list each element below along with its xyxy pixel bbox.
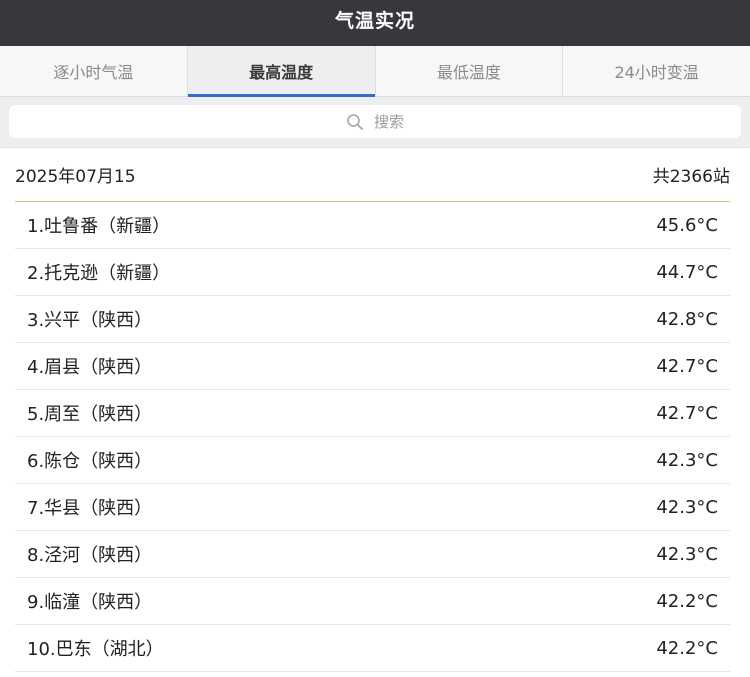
tab-bar: 逐小时气温 最高温度 最低温度 24小时变温 [0,46,750,97]
station-temperature: 42.3°C [656,496,718,518]
list-item[interactable]: 3.兴平（陕西） 42.8°C [15,296,730,343]
ranking-list: 1.吐鲁番（新疆） 45.6°C 2.托克逊（新疆） 44.7°C 3.兴平（陕… [15,202,730,672]
station-name: 6.陈仓（陕西） [27,451,153,472]
search-placeholder: 搜索 [373,113,404,131]
station-name: 4.眉县（陕西） [27,357,153,378]
station-temperature: 42.7°C [656,402,718,424]
search-input[interactable]: 搜索 [9,105,741,138]
list-item[interactable]: 4.眉县（陕西） 42.7°C [15,343,730,390]
list-item[interactable]: 6.陈仓（陕西） 42.3°C [15,437,730,484]
station-name: 5.周至（陕西） [27,404,153,425]
tab-max-temperature[interactable]: 最高温度 [187,46,376,97]
summary-header: 2025年07月15 共2366站 [15,148,730,202]
page-title: 气温实况 [334,10,415,32]
list-item[interactable]: 5.周至（陕西） 42.7°C [15,390,730,437]
list-item[interactable]: 10.巴东（湖北） 42.2°C [15,625,730,672]
list-item[interactable]: 1.吐鲁番（新疆） 45.6°C [15,202,730,249]
title-bar: 气温实况 [0,0,750,46]
station-temperature: 45.6°C [656,214,718,236]
search-bar: 搜索 [0,97,750,148]
report-date: 2025年07月15 [15,167,136,187]
tab-hourly-temperature[interactable]: 逐小时气温 [0,46,188,96]
station-temperature: 42.2°C [656,590,718,612]
station-name: 10.巴东（湖北） [27,639,164,660]
station-name: 1.吐鲁番（新疆） [27,216,171,237]
tab-24h-change[interactable]: 24小时变温 [563,46,750,96]
station-temperature: 42.2°C [656,637,718,659]
station-name: 8.泾河（陕西） [27,545,153,566]
list-item[interactable]: 7.华县（陕西） 42.3°C [15,484,730,531]
station-temperature: 42.3°C [656,543,718,565]
station-name: 2.托克逊（新疆） [27,263,171,284]
station-name: 9.临潼（陕西） [27,592,153,613]
station-name: 7.华县（陕西） [27,498,153,519]
station-temperature: 44.7°C [656,261,718,283]
station-temperature: 42.7°C [656,355,718,377]
list-item[interactable]: 2.托克逊（新疆） 44.7°C [15,249,730,296]
station-temperature: 42.8°C [656,308,718,330]
search-icon [346,113,364,131]
tab-min-temperature[interactable]: 最低温度 [376,46,564,96]
list-item[interactable]: 9.临潼（陕西） 42.2°C [15,578,730,625]
station-name: 3.兴平（陕西） [27,310,153,331]
station-temperature: 42.3°C [656,449,718,471]
station-count: 共2366站 [652,167,730,187]
list-item[interactable]: 8.泾河（陕西） 42.3°C [15,531,730,578]
